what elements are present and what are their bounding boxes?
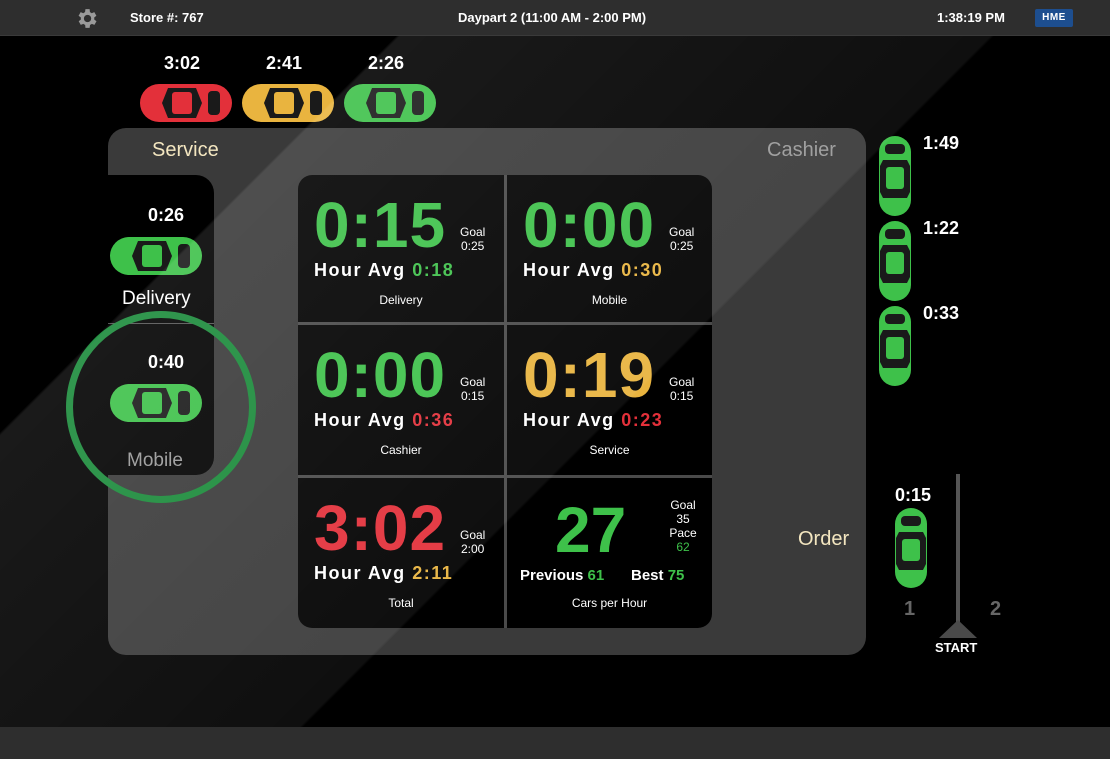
delivery-label: Delivery xyxy=(122,288,191,309)
queue-time: 3:02 xyxy=(164,53,201,73)
tile-goal: Goal 2:00 xyxy=(460,528,485,556)
hour-avg: Hour Avg 0:36 xyxy=(314,410,454,431)
hour-avg: Hour Avg 0:30 xyxy=(523,260,663,281)
daypart-label: Daypart 2 (11:00 AM - 2:00 PM) xyxy=(458,10,647,25)
car-icon xyxy=(344,84,436,122)
tile-name: Delivery xyxy=(379,293,423,307)
tile-value: 0:15 xyxy=(314,189,447,261)
car-icon xyxy=(140,84,232,122)
cashier-lane-label: Cashier xyxy=(767,139,836,161)
store-number: Store #: 767 xyxy=(130,10,204,25)
hour-avg-value: 2:11 xyxy=(412,563,454,583)
tile-name: Mobile xyxy=(591,293,628,307)
pace-label: Pace xyxy=(669,526,697,540)
hour-avg: Hour Avg 0:23 xyxy=(523,410,663,431)
cashier-queue-time: 1:22 xyxy=(923,218,960,238)
hour-avg-label: Hour Avg xyxy=(314,410,406,430)
cars-per-hour-value: 27 xyxy=(555,494,627,566)
cph-goal-pace: Goal 35 Pace 62 xyxy=(667,498,699,554)
hour-avg-value: 0:23 xyxy=(621,410,664,430)
queue-time: 2:26 xyxy=(368,53,405,73)
tile-goal: Goal 0:15 xyxy=(669,375,694,403)
lane-track xyxy=(956,474,960,622)
hour-avg-label: Hour Avg xyxy=(523,260,615,280)
goal-value: 0:25 xyxy=(670,239,694,253)
hour-avg-label: Hour Avg xyxy=(314,563,406,583)
cashier-queue-time: 0:33 xyxy=(923,303,960,323)
car-icon xyxy=(110,237,202,275)
hme-logo: HME xyxy=(1035,9,1073,27)
tile-name: Service xyxy=(589,443,630,457)
previous-value: 61 xyxy=(587,567,605,584)
hour-avg-value: 0:18 xyxy=(412,260,455,280)
tile-value: 0:19 xyxy=(523,339,656,411)
service-lane-label: Service xyxy=(152,139,219,161)
start-label: START xyxy=(935,640,978,655)
best-label: Best xyxy=(631,567,664,584)
goal-label: Goal xyxy=(670,498,696,512)
goal-value: 0:25 xyxy=(461,239,485,253)
best: Best 75 xyxy=(631,567,684,584)
car-icon xyxy=(879,221,911,301)
pace-value: 62 xyxy=(676,540,690,554)
car-icon xyxy=(879,136,911,216)
goal-value: 0:15 xyxy=(670,389,694,403)
delivery-timer: 0:26 xyxy=(148,205,185,225)
hour-avg: Hour Avg 2:11 xyxy=(314,563,453,584)
tile-value: 3:02 xyxy=(314,492,447,564)
previous: Previous 61 xyxy=(520,567,604,584)
goal-label: Goal xyxy=(460,375,486,389)
best-value: 75 xyxy=(667,567,685,584)
previous-label: Previous xyxy=(520,567,584,584)
hour-avg: Hour Avg 0:18 xyxy=(314,260,454,281)
metrics-grid: 0:15 Goal 0:25 Hour Avg 0:18 Delivery 0:0… xyxy=(298,175,712,628)
goal-value: 2:00 xyxy=(461,542,485,556)
lane-2-label: 2 xyxy=(990,598,1002,620)
car-icon xyxy=(242,84,334,122)
tile-value: 0:00 xyxy=(523,189,656,261)
tile-name: Total xyxy=(388,596,414,610)
tile-goal: Goal 0:15 xyxy=(460,375,485,403)
mobile-tile[interactable]: 0:00 Goal 0:25 Hour Avg 0:30 Mobile xyxy=(507,175,712,322)
car-icon xyxy=(895,508,927,588)
goal-label: Goal xyxy=(669,375,695,389)
tile-name: Cashier xyxy=(380,443,422,457)
goal-value: 0:15 xyxy=(461,389,485,403)
hour-avg-label: Hour Avg xyxy=(314,260,406,280)
bottom-bar xyxy=(0,727,1110,759)
tile-name: Cars per Hour xyxy=(571,596,648,610)
goal-value: 35 xyxy=(676,512,690,526)
clock: 1:38:19 PM xyxy=(937,10,1005,25)
gear-icon[interactable] xyxy=(74,6,99,31)
tile-goal: Goal 0:25 xyxy=(460,225,485,253)
hour-avg-label: Hour Avg xyxy=(523,410,615,430)
car-icon xyxy=(110,384,202,422)
queue-time: 2:41 xyxy=(266,53,303,73)
cars-per-hour-tile[interactable]: 27 Goal 35 Pace 62 Previous 61 Best 75 C… xyxy=(507,478,712,628)
goal-label: Goal xyxy=(669,225,695,239)
lane-1-label: 1 xyxy=(904,598,916,620)
order-lane-label: Order xyxy=(798,528,850,550)
start-arrow-icon xyxy=(939,620,977,638)
goal-label: Goal xyxy=(460,528,486,542)
cashier-queue-time: 1:49 xyxy=(923,133,960,153)
service-tile[interactable]: 0:19 Goal 0:15 Hour Avg 0:23 Service xyxy=(507,325,712,475)
order-timer: 0:15 xyxy=(895,485,932,505)
delivery-tile[interactable]: 0:15 Goal 0:25 Hour Avg 0:18 Delivery xyxy=(298,175,504,322)
hour-avg-value: 0:36 xyxy=(412,410,455,430)
total-tile[interactable]: 3:02 Goal 2:00 Hour Avg 2:11 Total xyxy=(298,478,504,628)
top-bar: Store #: 767 Daypart 2 (11:00 AM - 2:00 … xyxy=(0,0,1110,36)
car-icon xyxy=(879,306,911,386)
tile-value: 0:00 xyxy=(314,339,447,411)
cashier-tile[interactable]: 0:00 Goal 0:15 Hour Avg 0:36 Cashier xyxy=(298,325,504,475)
goal-label: Goal xyxy=(460,225,486,239)
hour-avg-value: 0:30 xyxy=(621,260,664,280)
tile-goal: Goal 0:25 xyxy=(669,225,694,253)
